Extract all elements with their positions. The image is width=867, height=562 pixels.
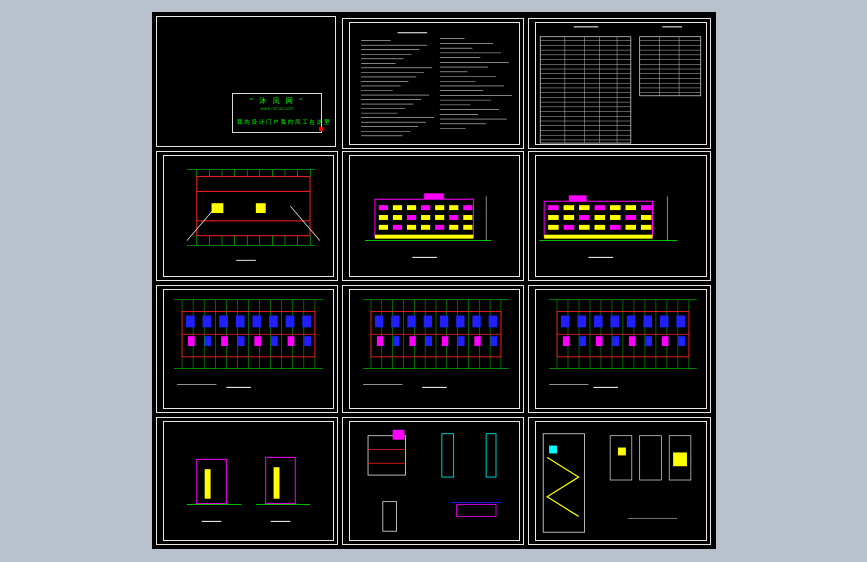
- stair-details-drawing: [542, 433, 692, 533]
- sheet-door-window-schedule[interactable]: [528, 18, 711, 149]
- sheet-section-details[interactable]: [342, 417, 524, 545]
- logo-box: " 沐 风 网 " www.mfcad.com 我 的 设 计 门 户 我 的 …: [232, 93, 330, 133]
- logo-slogan: 我 的 设 计 门 户 我 的 风 工 在 这 里: [237, 120, 330, 126]
- sheet-floor-plan-3[interactable]: [528, 285, 711, 413]
- sheet-design-notes[interactable]: [342, 18, 524, 149]
- sheet-floor-plan-2[interactable]: [342, 285, 524, 413]
- sheet-site-plan[interactable]: [156, 151, 338, 281]
- logo-subtitle: www.mfcad.com: [260, 106, 294, 111]
- rear-elevation-drawing: [539, 195, 678, 258]
- side-elevations-drawing: [186, 456, 310, 522]
- drawing-canvas[interactable]: " 沐 风 网 " www.mfcad.com 我 的 设 计 门 户 我 的 …: [152, 12, 716, 549]
- notes-drawing: [361, 32, 512, 137]
- insertion-point-marker: [319, 127, 323, 131]
- sheet-side-elevations[interactable]: [156, 417, 338, 545]
- sheet-cover[interactable]: " 沐 风 网 " www.mfcad.com 我 的 设 计 门 户 我 的 …: [156, 16, 336, 147]
- floor-plan-1-drawing: [174, 299, 323, 388]
- section-details-drawing: [367, 429, 501, 532]
- front-elevation-drawing: [365, 193, 492, 258]
- site-plan-drawing: [186, 169, 321, 261]
- floor-plan-3-drawing: [549, 299, 697, 388]
- floor-plan-2-drawing: [363, 299, 509, 388]
- sheet-rear-elevation[interactable]: [528, 151, 711, 281]
- sheet-front-elevation[interactable]: [342, 151, 524, 281]
- sheet-stair-details[interactable]: [528, 417, 711, 545]
- sheet-floor-plan-1[interactable]: [156, 285, 338, 413]
- schedule-drawing: [539, 26, 702, 144]
- logo-title: " 沐 风 网 ": [249, 97, 305, 105]
